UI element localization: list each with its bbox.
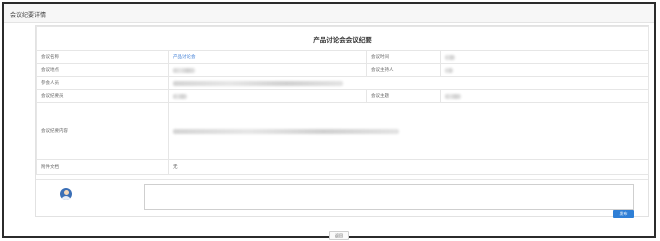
attachment-value: 无 — [168, 159, 649, 175]
redacted-location — [173, 67, 195, 73]
meeting-name-label: 会议名称 — [36, 50, 169, 64]
meeting-host-value — [440, 63, 649, 77]
comment-input[interactable] — [144, 184, 634, 210]
row-location-host: 会议地点 会议主持人 — [36, 63, 649, 77]
participants-label: 参会人员 — [36, 76, 169, 90]
content-label: 会议纪要内容 — [36, 102, 169, 160]
redacted-time — [445, 54, 455, 60]
minutes-panel: 产品讨论会会议纪要 会议名称 产品讨论会 会议时间 会议地点 会议主持人 参会人… — [35, 25, 649, 218]
avatar — [60, 188, 72, 200]
redacted-topic — [445, 93, 461, 99]
recorder-value — [168, 89, 367, 103]
window-frame: 会议纪要详情 产品讨论会会议纪要 会议名称 产品讨论会 会议时间 会议地点 会议… — [2, 2, 656, 238]
avatar-body — [61, 195, 71, 200]
row-participants: 参会人员 — [36, 76, 649, 90]
minutes-heading-row: 产品讨论会会议纪要 — [36, 26, 649, 51]
attachment-label: 附件文档 — [36, 159, 169, 175]
row-attachment: 附件文档 无 — [36, 159, 649, 175]
meeting-name-cell: 产品讨论会 — [168, 50, 367, 64]
redacted-content — [173, 128, 399, 134]
avatar-head — [63, 190, 69, 195]
minutes-table: 产品讨论会会议纪要 会议名称 产品讨论会 会议时间 会议地点 会议主持人 参会人… — [36, 26, 649, 175]
topic-label: 会议主题 — [366, 89, 441, 103]
meeting-name-link[interactable]: 产品讨论会 — [173, 54, 196, 59]
row-recorder-topic: 会议纪要员 会议主题 — [36, 89, 649, 103]
meeting-host-label: 会议主持人 — [366, 63, 441, 77]
redacted-host — [445, 67, 453, 73]
back-button[interactable]: 返回 — [329, 231, 349, 240]
participants-value — [168, 76, 649, 90]
recorder-label: 会议纪要员 — [36, 89, 169, 103]
minutes-heading: 产品讨论会会议纪要 — [36, 26, 649, 51]
comment-area: 发布 — [36, 179, 648, 218]
row-content: 会议纪要内容 — [36, 102, 649, 160]
meeting-location-label: 会议地点 — [36, 63, 169, 77]
page-title: 会议纪要详情 — [10, 13, 47, 19]
meeting-time-value — [440, 50, 649, 64]
publish-button[interactable]: 发布 — [613, 210, 634, 218]
redacted-participants — [173, 80, 343, 86]
meeting-location-value — [168, 63, 367, 77]
topic-value — [440, 89, 649, 103]
meeting-time-label: 会议时间 — [366, 50, 441, 64]
content-value — [168, 102, 649, 160]
redacted-recorder — [173, 93, 187, 99]
header-bar: 会议纪要详情 — [4, 4, 654, 23]
row-name-time: 会议名称 产品讨论会 会议时间 — [36, 50, 649, 64]
